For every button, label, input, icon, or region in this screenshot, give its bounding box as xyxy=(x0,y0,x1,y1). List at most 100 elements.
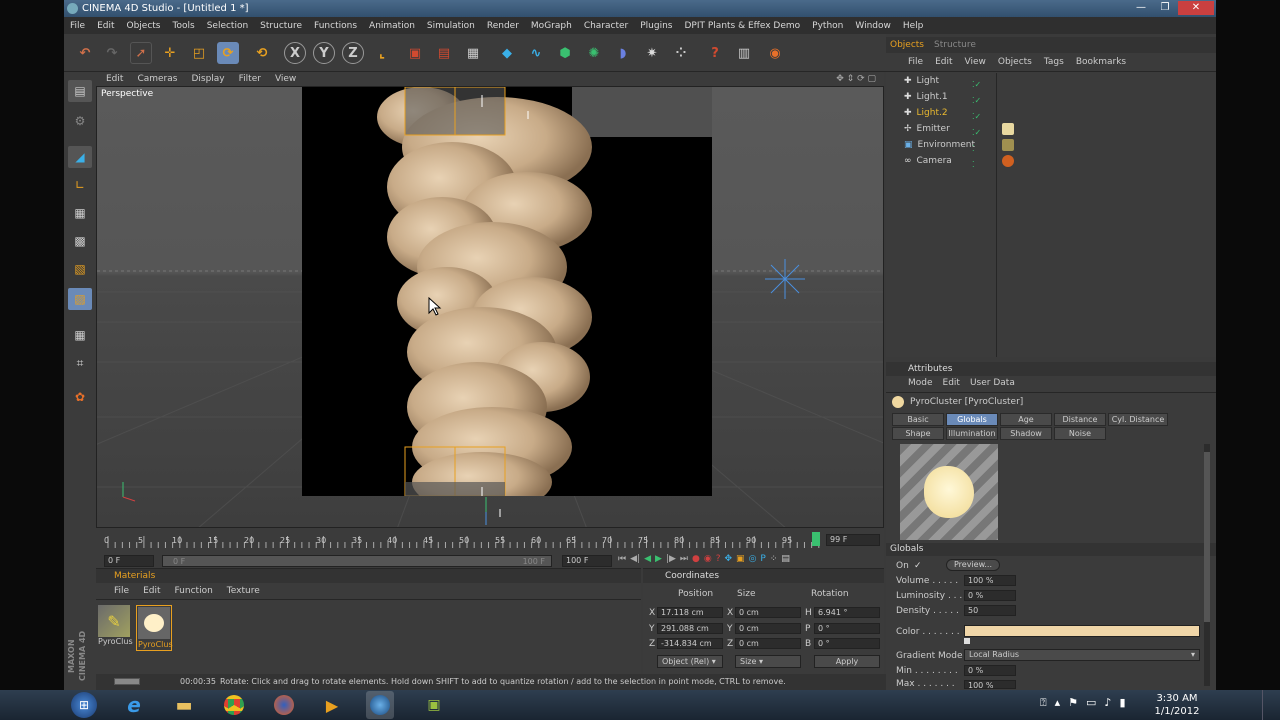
start-button[interactable]: ⊞ xyxy=(70,691,98,719)
show-desktop-button[interactable] xyxy=(1262,690,1280,720)
network-icon[interactable]: ▭ xyxy=(1086,696,1096,710)
menu-dpit[interactable]: DPIT Plants & Effex Demo xyxy=(685,21,801,31)
sculpt-icon[interactable]: ✿ xyxy=(68,386,92,408)
tab-structure[interactable]: Structure xyxy=(934,37,976,53)
material-tag-icon[interactable] xyxy=(1002,139,1014,151)
volume-icon[interactable]: ♪ xyxy=(1104,696,1111,710)
menu-objects[interactable]: Objects xyxy=(127,21,161,31)
render-settings-icon[interactable]: ▦ xyxy=(462,42,484,64)
tab-globals[interactable]: Globals xyxy=(946,413,998,426)
undo-icon[interactable]: ↶ xyxy=(74,42,96,64)
render-view-icon[interactable]: ▣ xyxy=(404,42,426,64)
pos-y-field[interactable]: 291.088 cm xyxy=(657,623,723,634)
viewport-menu-filter[interactable]: Filter xyxy=(239,74,261,84)
globe-icon[interactable]: ◉ xyxy=(764,42,786,64)
close-button[interactable]: ✕ xyxy=(1178,1,1214,15)
tab-objects[interactable]: Objects xyxy=(890,37,924,53)
menu-selection[interactable]: Selection xyxy=(207,21,248,31)
signal-icon[interactable]: ▮ xyxy=(1119,696,1125,710)
object-row-light1[interactable]: ✚ Light.1 xyxy=(904,90,948,105)
minimize-button[interactable]: — xyxy=(1130,1,1152,15)
object-axis-icon[interactable]: ∟ xyxy=(68,174,92,196)
help-icon[interactable]: ? xyxy=(704,42,726,64)
camera-light-icon[interactable]: ⁘ xyxy=(670,42,692,64)
point-level-icon[interactable]: ⁘ xyxy=(770,554,778,564)
cinema4d-taskbar-icon[interactable] xyxy=(366,691,394,719)
max-field[interactable]: 100 % xyxy=(964,680,1016,689)
autokey-icon[interactable]: ◉ xyxy=(704,554,712,564)
objects-menu-tags[interactable]: Tags xyxy=(1044,57,1064,67)
model-mode-icon[interactable]: ◢ xyxy=(68,146,92,168)
tab-basic[interactable]: Basic xyxy=(892,413,944,426)
prev-key-icon[interactable]: ◀| xyxy=(630,554,640,564)
attributes-menu-userdata[interactable]: User Data xyxy=(970,378,1015,388)
spline-icon[interactable]: ∿ xyxy=(525,42,547,64)
z-axis-icon[interactable]: Z xyxy=(342,42,364,64)
start-frame-field[interactable]: 0 F xyxy=(104,555,154,567)
volume-field[interactable]: 100 % xyxy=(964,575,1016,586)
end-frame-field[interactable]: 100 F xyxy=(562,555,612,567)
goto-start-icon[interactable]: ⏮ xyxy=(618,554,626,564)
objects-menu-edit[interactable]: Edit xyxy=(935,57,952,67)
attributes-menu-edit[interactable]: Edit xyxy=(943,378,960,388)
object-row-light[interactable]: ✚ Light xyxy=(904,74,939,89)
size-y-field[interactable]: 0 cm xyxy=(735,623,801,634)
redo-icon[interactable]: ↷ xyxy=(101,42,123,64)
clock[interactable]: 3:30 AM 1/1/2012 xyxy=(1150,692,1204,718)
texture-mode-icon[interactable]: ⚙ xyxy=(68,110,92,132)
size-mode-dropdown[interactable]: Size ▾ xyxy=(735,655,801,668)
media-player-icon[interactable]: ▶ xyxy=(318,691,346,719)
cube-icon[interactable]: ◆ xyxy=(496,42,518,64)
help-tray-icon[interactable]: ⍰ xyxy=(1040,696,1047,710)
keyframe-selection-icon[interactable]: ? xyxy=(716,554,721,564)
maximize-button[interactable]: ❐ xyxy=(1154,1,1176,15)
tab-cyl-distance[interactable]: Cyl. Distance xyxy=(1108,413,1168,426)
tab-noise[interactable]: Noise xyxy=(1054,427,1106,440)
rot-h-field[interactable]: 6.941 ° xyxy=(814,607,880,618)
move-icon[interactable]: ✛ xyxy=(159,42,181,64)
recent-tool-icon[interactable]: ⟲ xyxy=(251,42,273,64)
internet-explorer-icon[interactable]: e xyxy=(120,691,148,719)
size-x-field[interactable]: 0 cm xyxy=(735,607,801,618)
layout-icon[interactable]: ▥ xyxy=(733,42,755,64)
edges-mode-icon[interactable]: ▧ xyxy=(68,258,92,280)
viewport-perspective[interactable]: Perspective xyxy=(96,86,884,528)
viewport-menu-cameras[interactable]: Cameras xyxy=(137,74,177,84)
live-selection-icon[interactable]: ➚ xyxy=(130,42,152,64)
tab-illumination[interactable]: Illumination xyxy=(946,427,998,440)
rotate-icon[interactable]: ⟳ xyxy=(217,42,239,64)
on-checkbox[interactable]: ✓ xyxy=(914,561,922,571)
menu-functions[interactable]: Functions xyxy=(314,21,357,31)
attributes-menu-mode[interactable]: Mode xyxy=(908,378,933,388)
position-key-icon[interactable]: ✥ xyxy=(725,554,733,564)
render-picture-viewer-icon[interactable]: ▤ xyxy=(433,42,455,64)
materials-menu-function[interactable]: Function xyxy=(175,586,213,596)
density-field[interactable]: 50 xyxy=(964,605,1016,616)
menu-animation[interactable]: Animation xyxy=(369,21,415,31)
object-row-environment[interactable]: ▣ Environment xyxy=(904,138,975,153)
color-swatch[interactable] xyxy=(964,625,1200,637)
workplane-icon[interactable]: ▦ xyxy=(68,324,92,346)
file-explorer-icon[interactable]: ▬ xyxy=(170,691,198,719)
pyrocluster-tag-icon[interactable] xyxy=(1002,123,1014,135)
protection-tag-icon[interactable] xyxy=(1002,155,1014,167)
materials-menu-file[interactable]: File xyxy=(114,586,129,596)
menu-window[interactable]: Window xyxy=(855,21,891,31)
scrollbar-thumb[interactable] xyxy=(1204,452,1210,622)
timeline-layout-icon[interactable]: ▤ xyxy=(781,554,790,564)
scale-icon[interactable]: ◰ xyxy=(188,42,210,64)
menu-render[interactable]: Render xyxy=(487,21,519,31)
objects-menu-view[interactable]: View xyxy=(965,57,986,67)
scale-key-icon[interactable]: ▣ xyxy=(736,554,745,564)
array-icon[interactable]: ✺ xyxy=(583,42,605,64)
show-hidden-icon[interactable]: ▴ xyxy=(1055,696,1061,710)
flag-icon[interactable]: ⚑ xyxy=(1068,696,1078,710)
menu-simulation[interactable]: Simulation xyxy=(427,21,475,31)
play-backward-icon[interactable]: ◀ xyxy=(644,554,651,564)
playhead[interactable] xyxy=(812,532,820,546)
attributes-scrollbar[interactable] xyxy=(1204,444,1210,686)
make-editable-icon[interactable]: ▤ xyxy=(68,80,92,102)
nurbs-icon[interactable]: ⬢ xyxy=(554,42,576,64)
size-z-field[interactable]: 0 cm xyxy=(735,638,801,649)
next-key-icon[interactable]: |▶ xyxy=(666,554,676,564)
